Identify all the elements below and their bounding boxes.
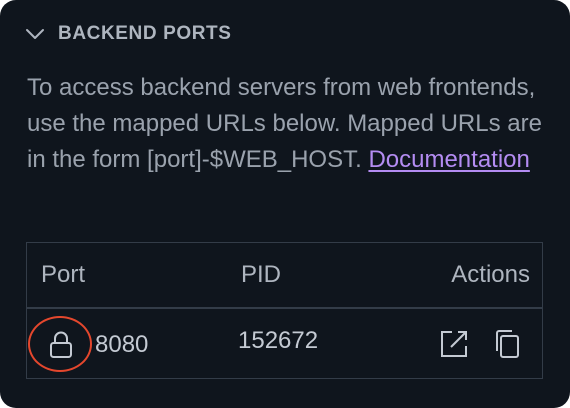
column-header-port: Port xyxy=(41,261,86,288)
documentation-link[interactable]: Documentation xyxy=(368,146,529,173)
column-header-actions: Actions xyxy=(451,261,530,288)
section-header-backend-ports[interactable]: BACKEND PORTS xyxy=(24,18,232,50)
port-value: 8080 xyxy=(95,331,149,358)
pid-value: 152672 xyxy=(238,327,319,354)
section-title: BACKEND PORTS xyxy=(58,23,232,44)
port-privacy-toggle[interactable] xyxy=(28,316,92,372)
column-header-pid: PID xyxy=(241,261,282,288)
lock-icon xyxy=(50,331,72,358)
backend-ports-panel: BACKEND PORTS To access backend servers … xyxy=(0,0,570,408)
open-external-icon[interactable] xyxy=(439,329,469,359)
copy-icon[interactable] xyxy=(492,329,522,359)
ports-table: Port PID Actions 8080 152672 xyxy=(26,242,543,379)
row-divider xyxy=(27,307,542,309)
description-text: To access backend servers from web front… xyxy=(27,70,547,178)
chevron-down-icon xyxy=(26,29,44,39)
